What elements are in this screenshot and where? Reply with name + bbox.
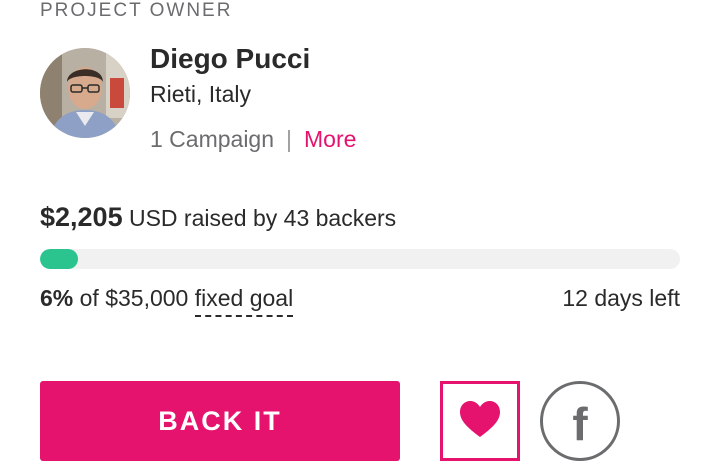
more-link[interactable]: More xyxy=(304,124,356,154)
funded-percent: 6% xyxy=(40,285,74,311)
raised-summary: $2,205 USD raised by 43 backers xyxy=(40,200,396,235)
owner-meta: 1 Campaign | More xyxy=(150,124,356,154)
meta-separator: | xyxy=(286,126,293,152)
follow-button[interactable] xyxy=(440,381,520,461)
funding-progress-fill xyxy=(40,249,79,269)
owner-avatar[interactable] xyxy=(40,48,130,138)
project-owner-panel: PROJECT OWNER Diego Pucci Rieti, Italy 1… xyxy=(0,0,720,467)
section-label: PROJECT OWNER xyxy=(40,0,233,21)
raised-amount: $2,205 xyxy=(40,202,123,232)
facebook-share-button[interactable]: f xyxy=(540,381,620,461)
goal-summary: 6% of $35,000 fixed goal xyxy=(40,283,294,317)
days-left: 12 days left xyxy=(562,285,680,311)
campaign-count: 1 Campaign xyxy=(150,126,275,152)
back-it-button[interactable]: BACK IT xyxy=(40,381,400,461)
owner-location: Rieti, Italy xyxy=(150,81,251,107)
goal-amount: of $35,000 xyxy=(73,285,195,311)
raised-suffix: USD raised by 43 backers xyxy=(122,205,397,231)
facebook-icon: f xyxy=(572,398,588,450)
goal-type-tooltip[interactable]: fixed goal xyxy=(194,285,294,317)
funding-progress-bar xyxy=(40,249,680,269)
owner-name[interactable]: Diego Pucci xyxy=(150,42,310,76)
heart-icon xyxy=(458,399,502,444)
